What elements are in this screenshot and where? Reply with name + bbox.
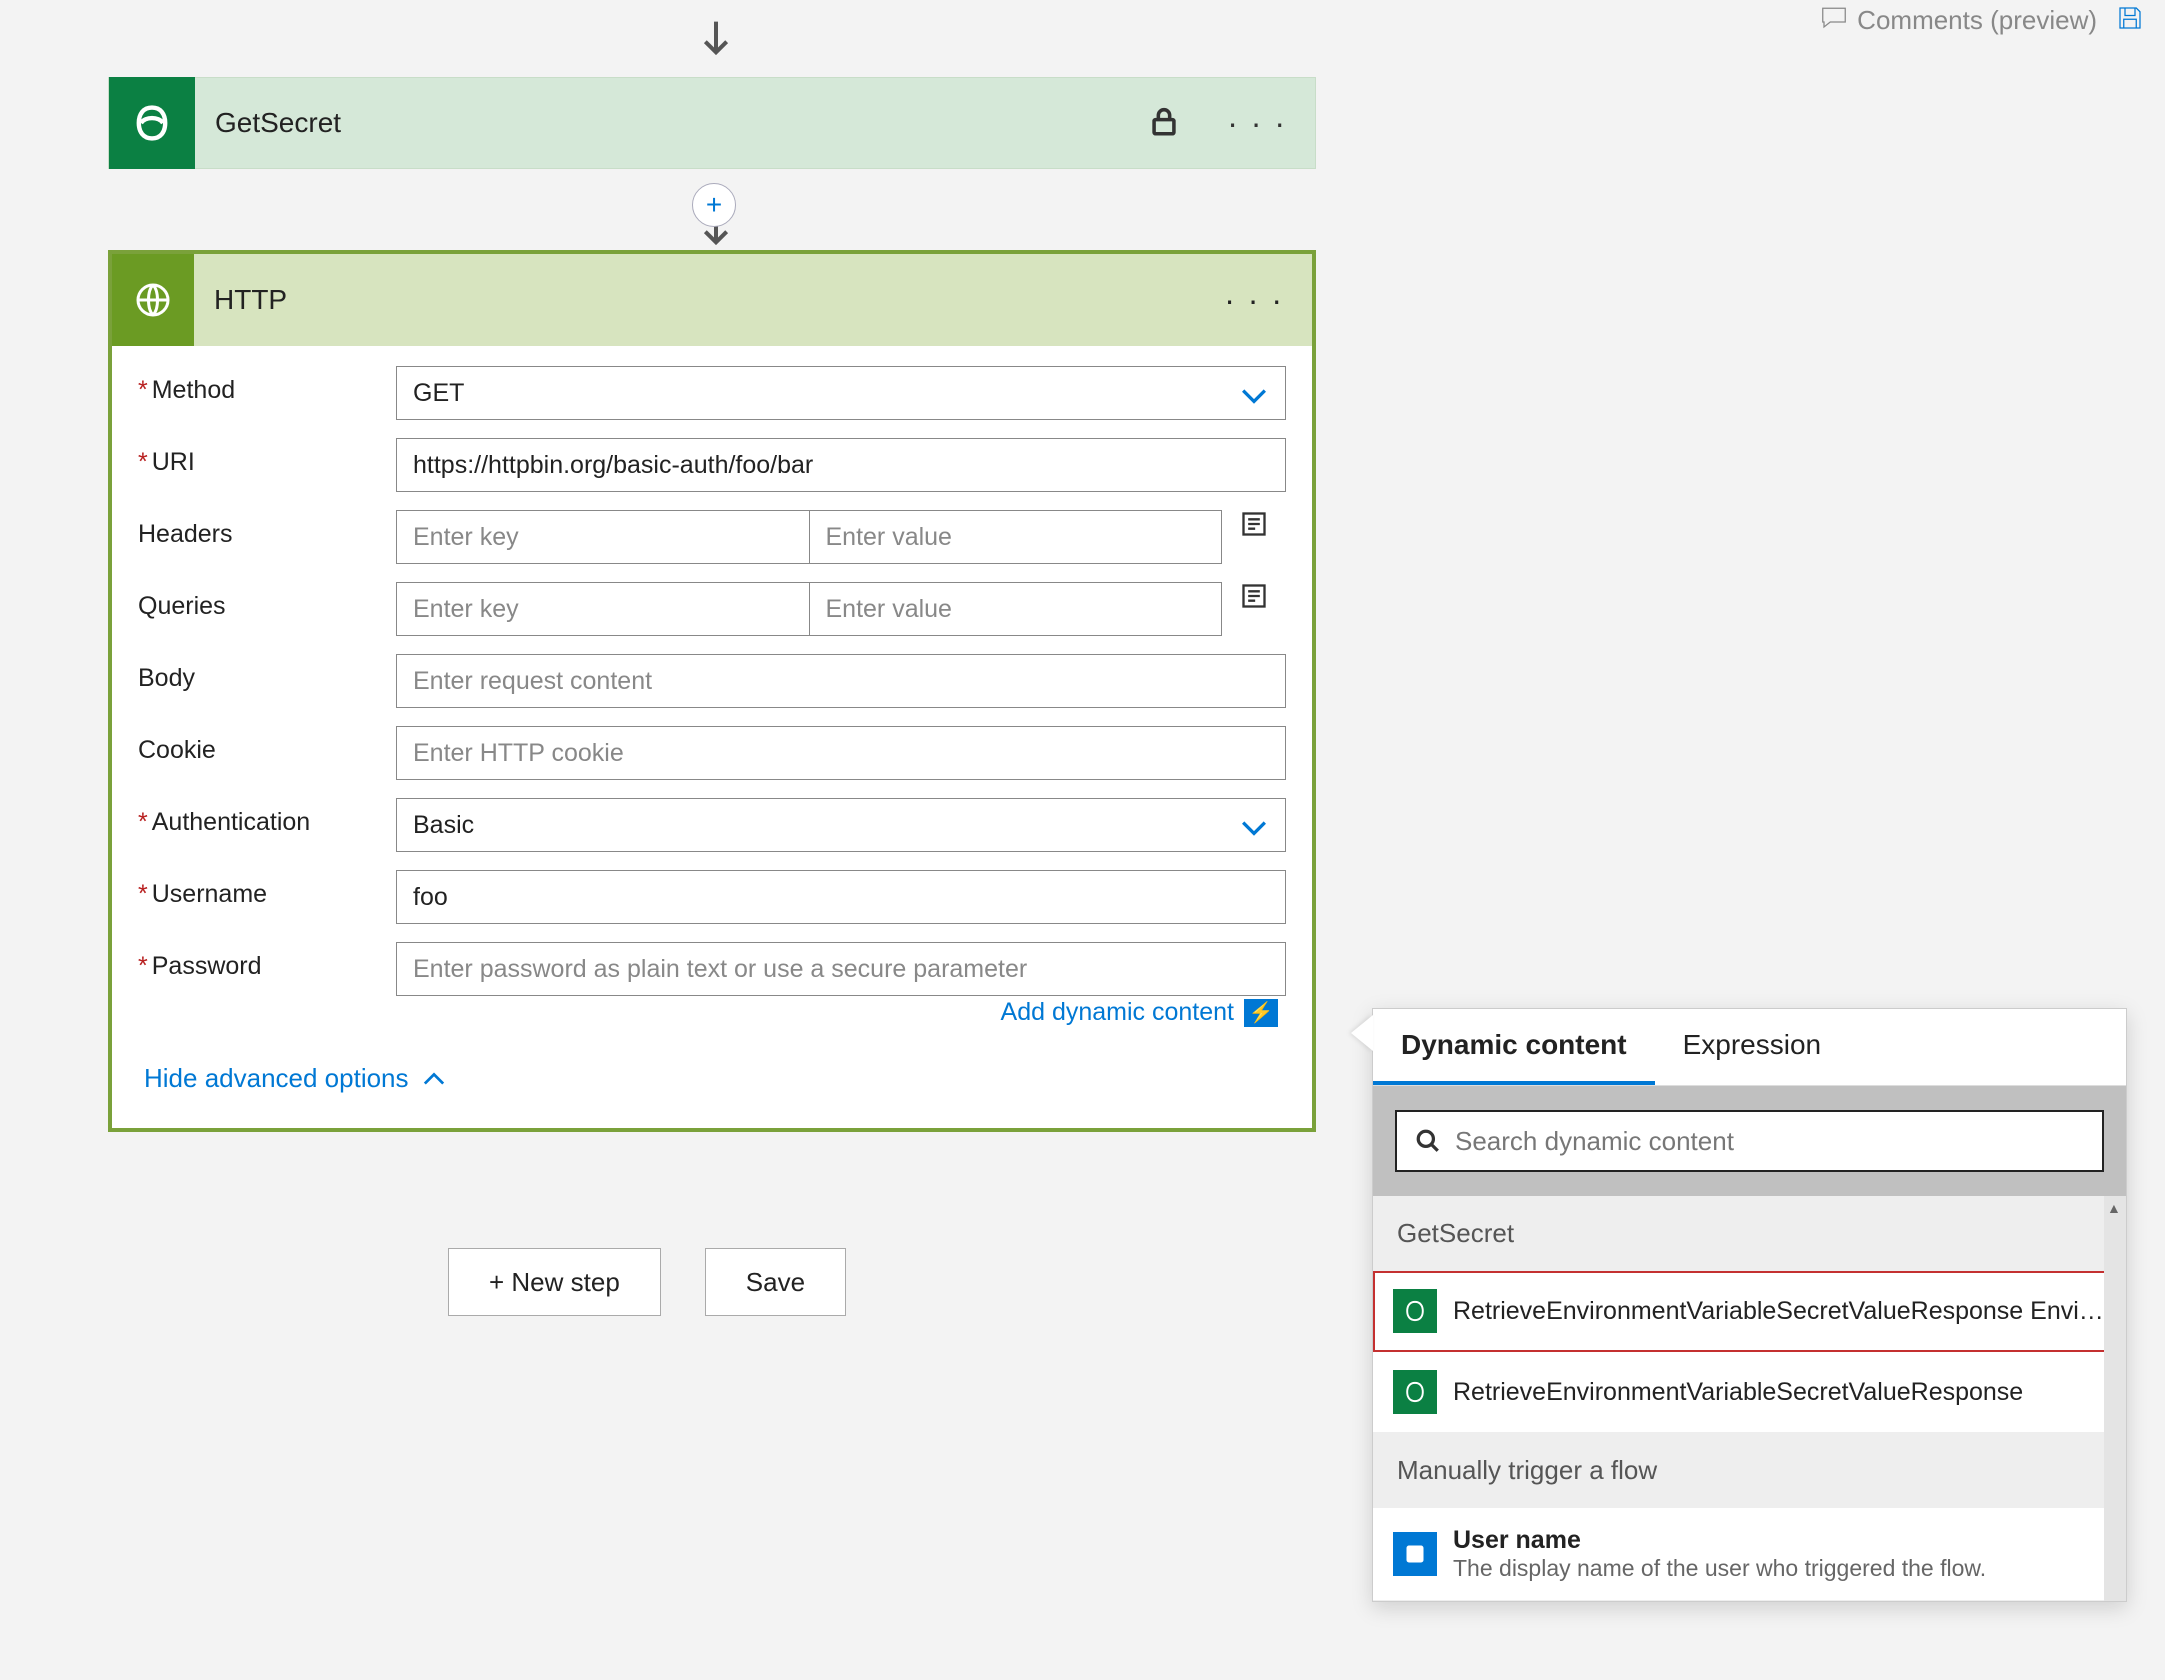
getsecret-more-button[interactable]: · · · [1199, 105, 1315, 142]
top-toolbar: Comments (preview) [1819, 0, 2145, 40]
dynamic-content-panel: Dynamic content Expression Search dynami… [1372, 1008, 2127, 1602]
label-uri: URI [152, 448, 195, 476]
comments-label: Comments (preview) [1857, 5, 2097, 36]
http-header[interactable]: HTTP · · · [112, 254, 1312, 346]
authentication-select[interactable]: Basic [396, 798, 1286, 852]
hide-advanced-toggle[interactable]: Hide advanced options [138, 1027, 1286, 1108]
add-dynamic-content-link[interactable]: Add dynamic content [1001, 998, 1234, 1027]
headers-textmode-button[interactable] [1222, 510, 1286, 538]
authentication-value: Basic [413, 811, 474, 840]
flow-designer-canvas: Comments (preview) GetSecret · · · + HTT… [0, 0, 2165, 1680]
dynamic-search-placeholder: Search dynamic content [1455, 1126, 1734, 1157]
dynamic-content-list: GetSecret RetrieveEnvironmentVariableSec… [1373, 1196, 2126, 1601]
http-body: *Method GET *URI https://httpbin.org/bas… [112, 346, 1312, 1128]
label-method: Method [152, 376, 235, 404]
comments-button[interactable]: Comments (preview) [1819, 2, 2097, 39]
dynamic-content-search[interactable]: Search dynamic content [1395, 1110, 2104, 1172]
dyn-item-retrieve-envvar-1[interactable]: RetrieveEnvironmentVariableSecretValueRe… [1373, 1271, 2126, 1352]
globe-icon [112, 254, 194, 346]
insert-step-button[interactable]: + [692, 183, 736, 227]
query-value-input[interactable]: Enter value [810, 582, 1223, 636]
toolbar-save-icon[interactable] [2115, 3, 2145, 38]
label-cookie: Cookie [138, 736, 216, 764]
dataverse-icon [1393, 1289, 1437, 1333]
new-step-button[interactable]: + New step [448, 1248, 661, 1316]
label-headers: Headers [138, 520, 233, 548]
dyn-item-user-name[interactable]: User name The display name of the user w… [1373, 1508, 2126, 1601]
dataverse-icon [109, 77, 195, 169]
dynamic-content-pill-icon[interactable]: ⚡ [1244, 999, 1278, 1027]
label-authentication: Authentication [152, 808, 310, 836]
chevron-down-icon [1241, 815, 1267, 844]
connector-arrow-icon [700, 20, 732, 58]
body-input[interactable]: Enter request content [396, 654, 1286, 708]
action-card-http: HTTP · · · *Method GET *URI https://http… [108, 250, 1316, 1132]
http-title: HTTP [194, 284, 1196, 316]
label-body: Body [138, 664, 195, 692]
lock-icon [1129, 104, 1199, 143]
method-value: GET [413, 379, 464, 408]
chevron-down-icon [1241, 383, 1267, 412]
header-value-input[interactable]: Enter value [810, 510, 1223, 564]
queries-textmode-button[interactable] [1222, 582, 1286, 610]
password-input[interactable]: Enter password as plain text or use a se… [396, 942, 1286, 996]
uri-input[interactable]: https://httpbin.org/basic-auth/foo/bar [396, 438, 1286, 492]
bottom-buttons: + New step Save [448, 1248, 846, 1316]
dataverse-icon [1393, 1370, 1437, 1414]
query-key-input[interactable]: Enter key [396, 582, 810, 636]
method-select[interactable]: GET [396, 366, 1286, 420]
scrollbar[interactable] [2104, 1196, 2126, 1601]
trigger-icon [1393, 1532, 1437, 1576]
dynamic-content-tabs: Dynamic content Expression [1373, 1009, 2126, 1086]
header-key-input[interactable]: Enter key [396, 510, 810, 564]
label-queries: Queries [138, 592, 226, 620]
getsecret-title: GetSecret [195, 107, 1129, 139]
http-more-button[interactable]: · · · [1196, 282, 1312, 319]
username-input[interactable]: foo [396, 870, 1286, 924]
tab-expression[interactable]: Expression [1655, 1009, 1850, 1085]
save-button[interactable]: Save [705, 1248, 846, 1316]
action-card-getsecret[interactable]: GetSecret · · · [108, 77, 1316, 169]
tab-dynamic-content[interactable]: Dynamic content [1373, 1009, 1655, 1085]
dyn-item-retrieve-envvar-2[interactable]: RetrieveEnvironmentVariableSecretValueRe… [1373, 1352, 2126, 1433]
search-icon [1415, 1128, 1441, 1154]
label-username: Username [152, 880, 267, 908]
comment-icon [1819, 2, 1849, 39]
dyn-section-getsecret: GetSecret [1373, 1196, 2126, 1271]
dyn-section-manual: Manually trigger a flow [1373, 1433, 2126, 1508]
label-password: Password [152, 952, 262, 980]
chevron-up-icon [423, 1072, 445, 1086]
cookie-input[interactable]: Enter HTTP cookie [396, 726, 1286, 780]
